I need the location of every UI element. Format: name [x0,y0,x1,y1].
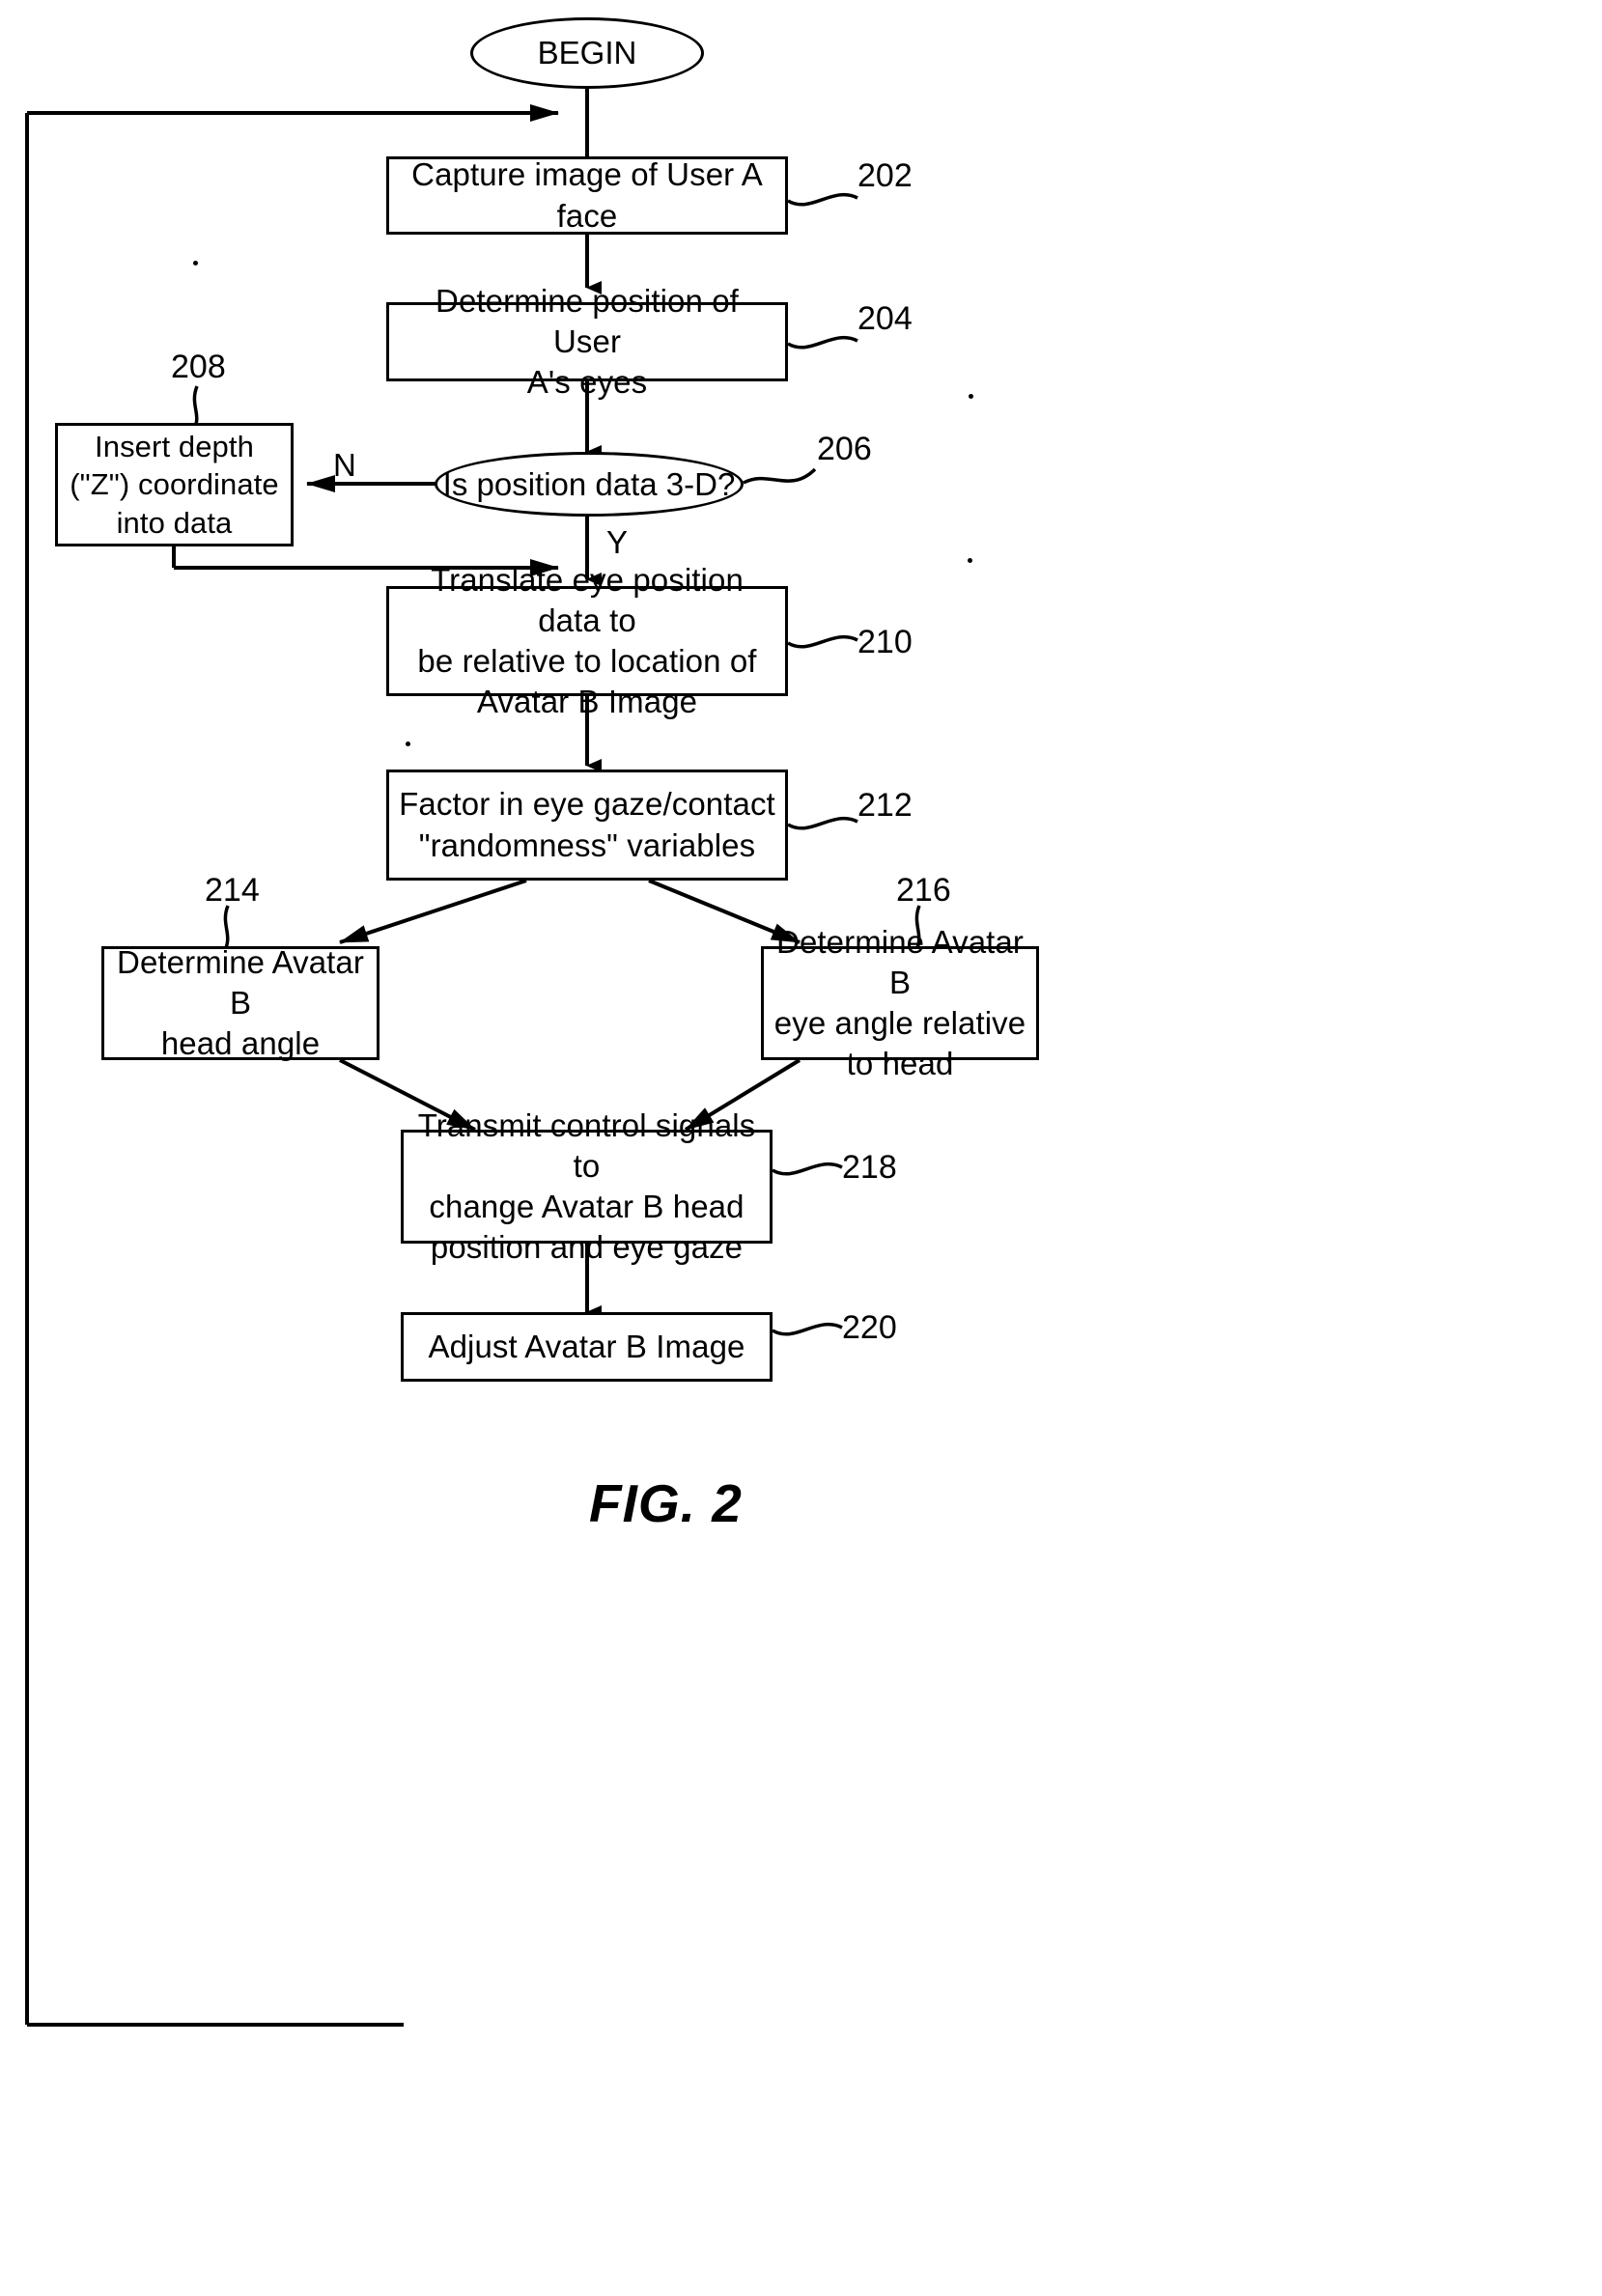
leader-212 [787,816,858,830]
node-220-label: Adjust Avatar B Image [428,1328,745,1364]
node-206-label: Is position data 3-D? [442,465,736,502]
node-216-determine-eye-angle[interactable]: Determine Avatar B eye angle relative to… [761,924,1039,1081]
node-214-determine-head-angle[interactable]: Determine Avatar B head angle [101,944,379,1061]
node-202-capture-image[interactable]: Capture image of User A face [386,156,788,235]
ref-label-210: 210 [857,624,913,660]
ref-label-202: 202 [857,157,913,194]
figure-caption: FIG. 2 [589,1473,743,1533]
node-208-insert-depth[interactable]: Insert depth ("Z") coordinate into data [55,423,294,546]
node-begin[interactable]: BEGIN [470,17,704,89]
branch-label-yes: Y [606,524,629,560]
node-212-factor-randomness[interactable]: Factor in eye gaze/contact "randomness" … [386,770,788,881]
node-208-label: Insert depth ("Z") coordinate into data [70,429,279,540]
node-206-is-position-3d[interactable]: Is position data 3-D? [435,452,744,517]
leader-210 [787,634,858,649]
ref-label-204: 204 [857,300,913,337]
flowchart-connectors [25,89,921,2027]
scan-speck [193,261,198,266]
leader-206 [743,467,817,485]
node-214-label: Determine Avatar B head angle [117,943,364,1062]
node-210-translate-eye-position[interactable]: Translate eye position data to be relati… [386,562,788,719]
node-218-label: Transmit control signals to change Avata… [417,1106,756,1266]
node-212-label: Factor in eye gaze/contact "randomness" … [399,786,775,863]
node-210-label: Translate eye position data to be relati… [417,561,757,720]
ref-label-220: 220 [842,1309,897,1346]
edge-212-to-214 [339,879,527,944]
node-202-label: Capture image of User A face [411,156,763,234]
node-220-adjust-avatar-image[interactable]: Adjust Avatar B Image [401,1312,773,1382]
ref-label-208: 208 [171,349,226,385]
leader-204 [787,335,858,350]
scan-speck [969,394,973,399]
ref-label-206: 206 [817,431,872,467]
node-204-determine-eye-position[interactable]: Determine position of User A's eyes [386,283,788,400]
node-218-transmit-control-signals[interactable]: Transmit control signals to change Avata… [401,1107,773,1265]
figure-canvas: BEGIN Capture image of User A face 202 D… [0,0,1602,2296]
scan-speck [968,558,972,563]
ref-label-214: 214 [205,872,260,909]
ref-label-216: 216 [896,872,951,909]
node-204-label: Determine position of User A's eyes [436,282,739,401]
ref-label-212: 212 [857,787,913,824]
leader-220 [772,1322,843,1336]
leader-202 [787,192,858,207]
node-begin-label: BEGIN [537,35,637,70]
ref-label-218: 218 [842,1149,897,1186]
branch-label-no: N [333,447,356,483]
leader-218 [772,1162,843,1176]
scan-speck [406,742,410,746]
node-216-label: Determine Avatar B eye angle relative to… [773,923,1026,1082]
